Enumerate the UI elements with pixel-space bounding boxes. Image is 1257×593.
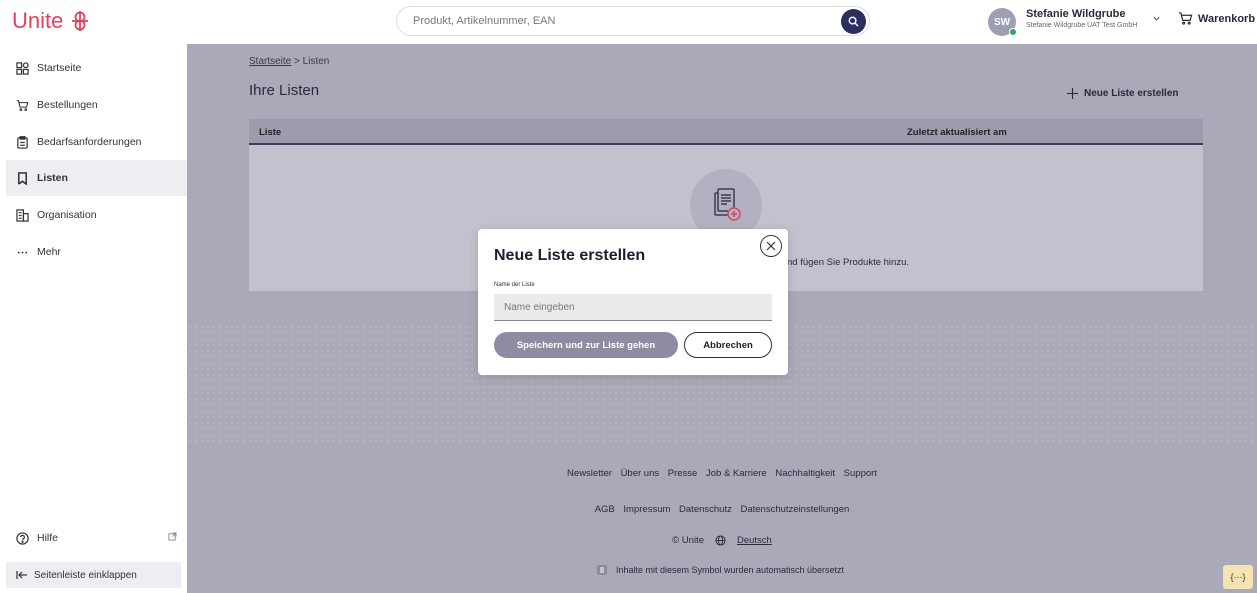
- sidebar-item-bedarfsanforderungen[interactable]: Bedarfsanforderungen: [6, 124, 187, 160]
- sidebar-item-organisation[interactable]: Organisation: [6, 197, 187, 233]
- sidebar-item-startseite[interactable]: Startseite: [6, 50, 187, 86]
- logo[interactable]: Unite: [12, 8, 91, 34]
- search-input[interactable]: [397, 7, 817, 35]
- page-title: Ihre Listen: [249, 82, 320, 99]
- save-and-open-button[interactable]: Speichern und zur Liste gehen: [494, 332, 678, 358]
- logo-text: Unite: [12, 8, 64, 33]
- help-icon: [16, 531, 29, 545]
- avatar-initials: SW: [993, 16, 1011, 28]
- dashboard-icon: [16, 61, 29, 75]
- footer-link-imprint[interactable]: Impressum: [623, 504, 670, 515]
- footer-meta: © Unite Deutsch: [187, 535, 1257, 546]
- modal-title: Neue Liste erstellen: [494, 247, 646, 264]
- cart-button[interactable]: Warenkorb: [1178, 12, 1255, 25]
- chevron-down-icon[interactable]: [1152, 14, 1161, 23]
- column-header-list: Liste: [259, 127, 282, 138]
- sidebar-item-label: Bestellungen: [37, 99, 98, 111]
- language-selector[interactable]: Deutsch: [737, 535, 772, 546]
- building-icon: [16, 208, 29, 222]
- sidebar-item-label: Listen: [37, 172, 68, 184]
- new-list-label: Neue Liste erstellen: [1084, 88, 1179, 99]
- sidebar-item-listen[interactable]: Listen: [6, 160, 187, 196]
- user-menu[interactable]: Stefanie Wildgrube Stefanie Wildgrube UA…: [1026, 8, 1137, 29]
- footer-links-legal: AGB Impressum Datenschutz Datenschutzein…: [187, 504, 1257, 515]
- cart-icon: [1179, 12, 1193, 25]
- cart-label: Warenkorb: [1198, 12, 1256, 25]
- top-header: Unite SW Stefanie Wildgrube Stefanie Wil…: [0, 0, 1257, 44]
- sidebar: Startseite Bestellungen Bedarfsanforderu…: [0, 44, 187, 593]
- table-header: Liste Zuletzt aktualisiert am: [249, 119, 1203, 145]
- breadcrumb-current: Listen: [302, 56, 330, 67]
- breadcrumb: Startseite > Listen: [249, 56, 329, 67]
- footer-link-newsletter[interactable]: Newsletter: [567, 468, 612, 479]
- footer-link-support[interactable]: Support: [844, 468, 877, 479]
- bookmark-icon: [18, 171, 27, 185]
- online-status-dot: [1009, 28, 1017, 36]
- sidebar-item-label: Bedarfsanforderungen: [37, 136, 142, 148]
- clipboard-icon: [17, 135, 28, 149]
- help-link[interactable]: Hilfe: [6, 524, 187, 552]
- column-header-updated: Zuletzt aktualisiert am: [907, 127, 1007, 138]
- translation-note: Inhalte mit diesem Symbol wurden automat…: [187, 565, 1257, 575]
- logo-cross-icon: [72, 11, 89, 31]
- translation-note-text: Inhalte mit diesem Symbol wurden automat…: [615, 565, 845, 575]
- user-org: Stefanie Wildgrube UAT Test GmbH: [1026, 22, 1138, 29]
- create-list-modal: Neue Liste erstellen Name der Liste Spei…: [478, 229, 788, 375]
- empty-state-text: nd fügen Sie Produkte hinzu.: [787, 257, 910, 268]
- globe-icon: [715, 535, 726, 546]
- footer-link-sustainability[interactable]: Nachhaltigkeit: [775, 468, 835, 479]
- collapse-label: Seitenleiste einklappen: [34, 569, 137, 581]
- sidebar-item-mehr[interactable]: Mehr: [6, 234, 187, 270]
- search-icon: [848, 16, 859, 27]
- collapse-arrow-icon: [16, 571, 27, 579]
- footer-links-primary: Newsletter Über uns Presse Job & Karrier…: [187, 468, 1257, 479]
- avatar[interactable]: SW: [988, 8, 1017, 36]
- sidebar-item-label: Mehr: [37, 246, 61, 258]
- footer-link-privacy[interactable]: Datenschutz: [679, 504, 732, 515]
- sidebar-item-label: Startseite: [37, 62, 82, 74]
- new-list-button[interactable]: Neue Liste erstellen: [1067, 88, 1178, 99]
- footer-link-press[interactable]: Presse: [668, 468, 698, 479]
- copyright: © Unite: [672, 535, 704, 546]
- search-button[interactable]: [841, 9, 866, 34]
- external-link-icon: [168, 532, 177, 541]
- help-label: Hilfe: [37, 532, 59, 544]
- footer-link-privacy-settings[interactable]: Datenschutzeinstellungen: [740, 504, 849, 515]
- sidebar-item-bestellungen[interactable]: Bestellungen: [6, 87, 187, 123]
- user-name: Stefanie Wildgrube: [1026, 8, 1126, 20]
- cancel-button[interactable]: Abbrechen: [684, 332, 772, 358]
- list-name-input[interactable]: [494, 294, 772, 321]
- close-icon: [766, 241, 776, 251]
- developer-tools-button[interactable]: {···}: [1223, 565, 1253, 589]
- footer-link-jobs[interactable]: Job & Karriere: [706, 468, 767, 479]
- translate-icon: [596, 565, 607, 575]
- breadcrumb-home-link[interactable]: Startseite: [249, 56, 291, 67]
- footer-link-about[interactable]: Über uns: [621, 468, 660, 479]
- search-bar: [396, 6, 870, 36]
- breadcrumb-separator: >: [294, 56, 300, 67]
- footer-link-agb[interactable]: AGB: [595, 504, 615, 515]
- sidebar-item-label: Organisation: [37, 209, 97, 221]
- cart-icon: [16, 99, 29, 111]
- list-add-icon: [714, 188, 741, 221]
- plus-icon: [1067, 88, 1078, 99]
- more-icon: [17, 251, 28, 253]
- close-modal-button[interactable]: [760, 235, 782, 257]
- list-name-label: Name der Liste: [494, 282, 535, 288]
- collapse-sidebar-button[interactable]: Seitenleiste einklappen: [6, 562, 181, 588]
